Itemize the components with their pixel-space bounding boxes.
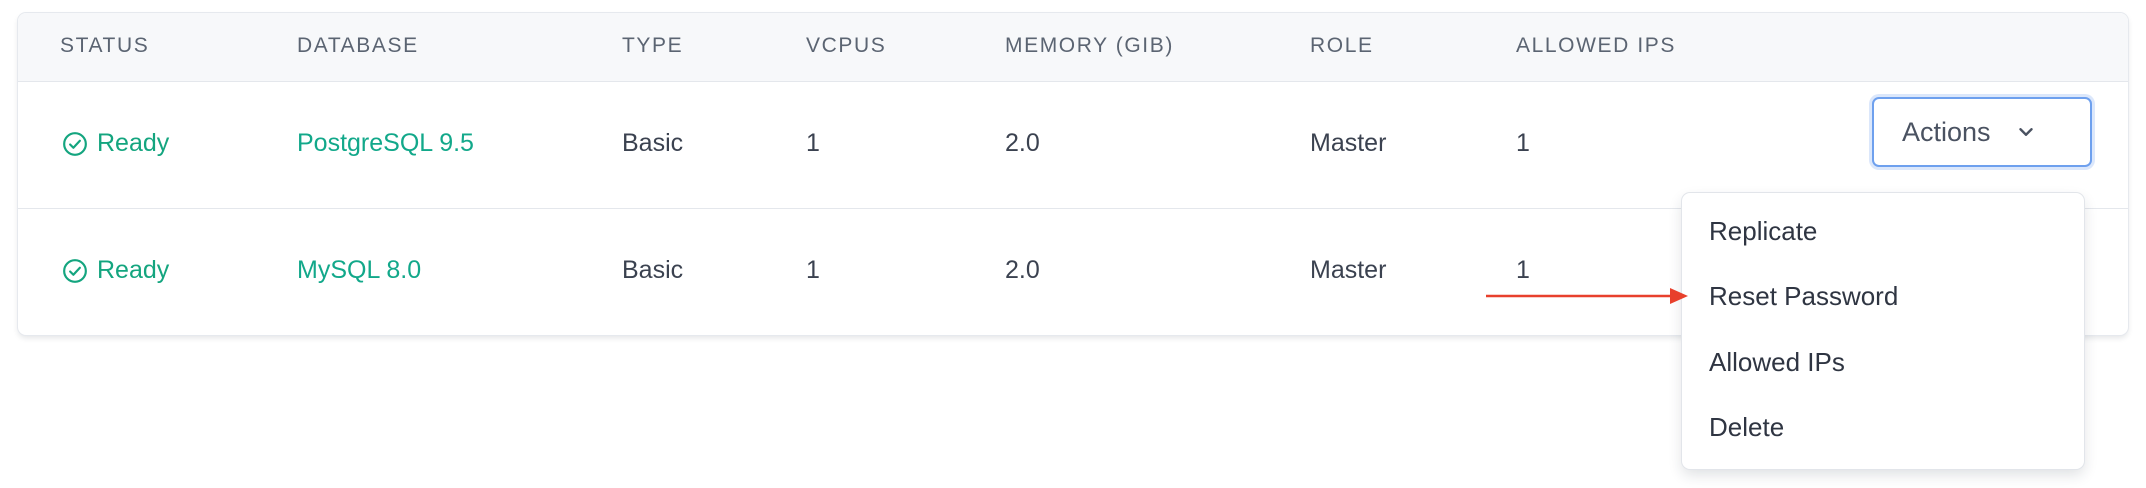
header-allowed-ips: ALLOWED IPS: [1516, 34, 1676, 57]
actions-menu: Replicate Reset Password Allowed IPs Del…: [1682, 193, 2084, 469]
menu-item-delete[interactable]: Delete: [1709, 412, 1784, 443]
header-vcpus: VCPUS: [806, 34, 887, 57]
memory-cell: 2.0: [1005, 129, 1040, 157]
header-database: DATABASE: [297, 34, 419, 57]
chevron-down-icon: [2018, 128, 2033, 136]
role-cell: Master: [1310, 256, 1387, 284]
allowed-ips-cell: 1: [1516, 129, 1530, 157]
header-memory: MEMORY (GIB): [1005, 34, 1174, 57]
status-cell: Ready: [62, 129, 169, 158]
vcpus-cell: 1: [806, 256, 820, 284]
header-type: TYPE: [622, 34, 684, 57]
status-text: Ready: [97, 129, 170, 157]
actions-dropdown-button[interactable]: Actions: [1872, 97, 2092, 167]
memory-cell: 2.0: [1005, 256, 1040, 284]
database-link[interactable]: MySQL 8.0: [297, 256, 421, 285]
actions-button-label: Actions: [1902, 116, 1991, 147]
role-cell: Master: [1310, 129, 1387, 157]
menu-item-allowed-ips[interactable]: Allowed IPs: [1709, 347, 1845, 378]
check-circle-icon: [63, 258, 87, 283]
menu-item-reset-password[interactable]: Reset Password: [1709, 281, 1898, 312]
type-cell: Basic: [622, 256, 684, 284]
table-row: Ready PostgreSQL 9.5 Basic 1 2.0 Master …: [18, 82, 2128, 209]
type-cell: Basic: [622, 129, 684, 157]
header-role: ROLE: [1310, 34, 1374, 57]
check-circle-icon: [63, 131, 87, 156]
menu-item-replicate[interactable]: Replicate: [1709, 216, 1817, 247]
vcpus-cell: 1: [806, 129, 820, 157]
table-header: STATUS DATABASE TYPE VCPUS MEMORY (GIB) …: [18, 13, 2128, 82]
allowed-ips-cell: 1: [1516, 256, 1530, 284]
page: STATUS DATABASE TYPE VCPUS MEMORY (GIB) …: [0, 0, 2146, 488]
status-cell: Ready: [62, 256, 169, 285]
header-status: STATUS: [60, 34, 150, 57]
status-text: Ready: [97, 256, 170, 284]
database-link[interactable]: PostgreSQL 9.5: [297, 129, 474, 158]
